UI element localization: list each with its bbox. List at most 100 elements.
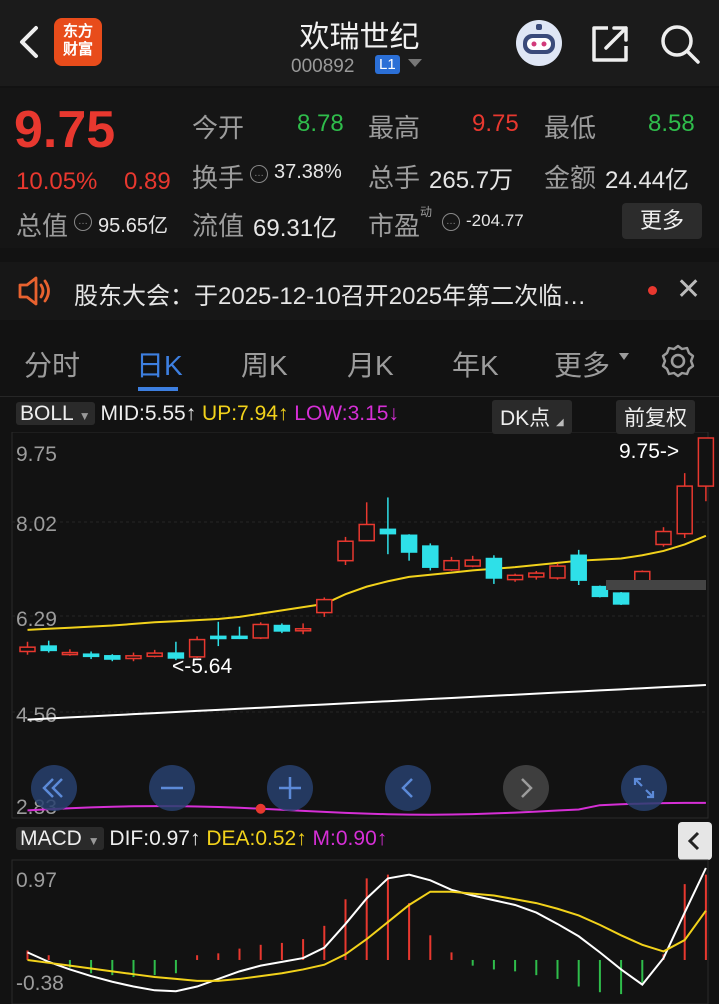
expand-arrows-icon xyxy=(633,777,655,799)
candle-body xyxy=(655,530,672,546)
min-price-annotation: <-5.64 xyxy=(172,655,232,678)
level-badge[interactable]: L1 xyxy=(375,55,400,74)
candle-body xyxy=(146,652,163,658)
zoom-out-button[interactable] xyxy=(149,765,195,811)
dropdown-caret-icon: ▼ xyxy=(78,409,91,423)
change-amount: 0.89 xyxy=(124,168,171,195)
boll-indicator-selector[interactable]: BOLL ▼ xyxy=(16,402,95,425)
candlestick xyxy=(146,649,163,658)
candlestick xyxy=(443,556,460,571)
candle-body xyxy=(104,655,121,660)
close-notice-icon[interactable]: ✕ xyxy=(676,272,701,307)
tab-daily-k[interactable]: 日K xyxy=(136,344,183,384)
candle-body xyxy=(316,598,333,614)
corner-triangle-icon: ◢ xyxy=(556,417,564,428)
marker-dot xyxy=(255,803,266,814)
candle-body xyxy=(697,437,715,487)
zoom-in-button[interactable] xyxy=(267,765,313,811)
open-value: 8.78 xyxy=(297,110,344,137)
scroll-to-start-button[interactable] xyxy=(31,765,77,811)
candle-body xyxy=(443,559,460,571)
turnover-info-icon[interactable]: … xyxy=(250,165,268,183)
macd-dea-value: DEA:0.52 xyxy=(206,827,297,850)
dk-point-button[interactable]: DK点 ◢ xyxy=(492,400,572,434)
macd-legend: MACD ▼ DIF:0.97↑ DEA:0.52↑ M:0.90↑ xyxy=(16,827,387,851)
candle-body xyxy=(549,565,566,579)
collapse-panel-button[interactable] xyxy=(678,822,712,860)
tab-yearly-k[interactable]: 年K xyxy=(452,344,499,384)
open-label: 今开 xyxy=(192,113,245,143)
robot-assistant-icon[interactable] xyxy=(514,18,564,68)
price-marker-bar xyxy=(606,580,706,590)
high-label: 最高 xyxy=(368,113,421,143)
candle-body xyxy=(464,559,481,567)
macd-y-label-top: 0.97 xyxy=(16,869,57,892)
macd-chart[interactable]: 0.97 -0.38 xyxy=(0,858,719,1004)
amount-label: 金额 xyxy=(544,163,597,193)
chevron-left-icon xyxy=(401,778,413,798)
price-adjust-button[interactable]: 前复权 xyxy=(616,400,695,434)
candlestick xyxy=(655,527,672,547)
m-up-arrow-icon: ↑ xyxy=(376,827,388,850)
candlestick xyxy=(231,626,248,640)
y-axis-label-2: 6.29 xyxy=(16,608,57,631)
candle-body xyxy=(485,557,503,579)
low-label: 最低 xyxy=(544,113,597,143)
scroll-right-button[interactable] xyxy=(503,765,549,811)
candlestick xyxy=(549,563,566,580)
candle-body xyxy=(591,585,609,598)
candlestick xyxy=(104,654,121,662)
candle-body xyxy=(273,624,291,632)
candlestick xyxy=(61,649,79,656)
candle-body xyxy=(506,574,524,581)
candlestick xyxy=(400,534,418,561)
y-axis-label-1: 8.02 xyxy=(16,513,57,536)
market-cap-info-icon[interactable]: … xyxy=(74,213,92,231)
dk-point-label: DK点 xyxy=(500,407,551,430)
notice-text[interactable]: 股东大会：于2025-12-10召开2025年第二次临… xyxy=(74,276,586,311)
pe-info-icon[interactable]: … xyxy=(442,213,460,231)
scroll-left-button[interactable] xyxy=(385,765,431,811)
macd-y-label-bottom: -0.38 xyxy=(16,972,64,995)
tab-more-caret-icon[interactable] xyxy=(619,353,629,360)
kline-chart[interactable]: 9.75 8.02 6.29 4.56 2.83 9.75-> <-5.64 xyxy=(0,432,719,820)
mid-up-arrow-icon: ↑ xyxy=(185,402,197,425)
tab-intraday[interactable]: 分时 xyxy=(24,344,80,384)
low-value: 8.58 xyxy=(648,110,695,137)
tab-more[interactable]: 更多 xyxy=(554,344,610,384)
tab-monthly-k[interactable]: 月K xyxy=(347,344,394,384)
candle-body xyxy=(252,623,269,639)
unread-dot xyxy=(648,286,657,295)
candlestick xyxy=(82,651,100,660)
macd-name: MACD xyxy=(20,827,82,850)
candle-body xyxy=(570,554,587,581)
candle-body xyxy=(19,646,36,653)
more-quote-button[interactable]: 更多 xyxy=(622,203,702,239)
candle-body xyxy=(40,645,57,652)
candlestick xyxy=(316,597,333,617)
candle-body xyxy=(612,592,630,605)
macd-indicator-selector[interactable]: MACD ▼ xyxy=(16,827,104,850)
change-percent: 10.05% xyxy=(16,168,98,195)
volume-value: 265.7万 xyxy=(429,167,514,194)
boll-low-value: LOW:3.15 xyxy=(294,402,389,425)
search-icon[interactable] xyxy=(658,22,702,66)
boll-lower-line xyxy=(27,683,706,721)
candlestick xyxy=(676,473,693,538)
share-icon[interactable] xyxy=(588,22,632,66)
candlestick xyxy=(210,621,227,647)
candlestick xyxy=(528,570,545,580)
candle-body xyxy=(61,651,79,656)
level-dropdown-icon[interactable] xyxy=(408,59,422,67)
market-cap-label: 总值 xyxy=(16,211,69,241)
candlestick xyxy=(125,652,142,662)
turnover-value: 37.38% xyxy=(274,161,342,183)
candle-body xyxy=(676,485,693,535)
candlestick xyxy=(591,585,609,598)
tab-weekly-k[interactable]: 周K xyxy=(241,344,288,384)
fullscreen-button[interactable] xyxy=(621,765,667,811)
candle-body xyxy=(400,534,418,553)
candle-body xyxy=(231,635,248,640)
settings-gear-icon[interactable] xyxy=(660,343,696,379)
double-chevron-left-icon xyxy=(42,778,63,798)
